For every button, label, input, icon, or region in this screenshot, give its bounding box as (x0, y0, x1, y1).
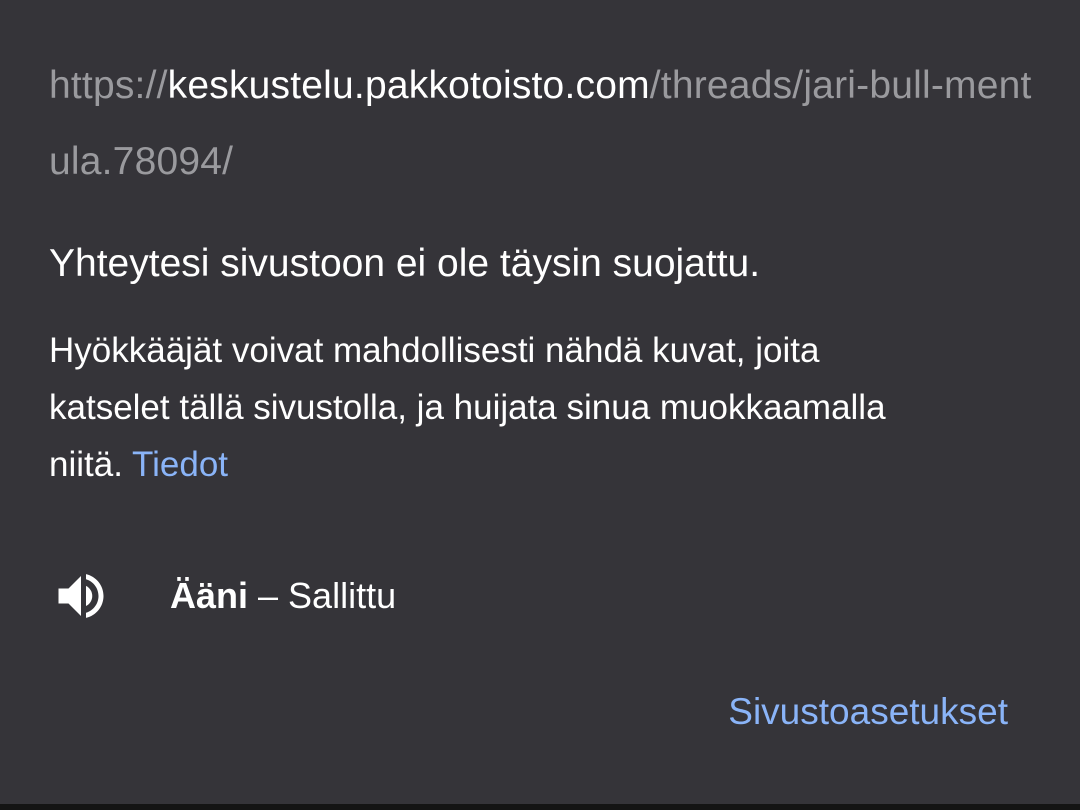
permission-row-sound[interactable]: Ääni – Sallittu (49, 564, 749, 628)
details-link[interactable]: Tiedot (132, 445, 228, 484)
site-url: https://keskustelu.pakkotoisto.com/threa… (49, 48, 1039, 200)
permission-name: Ääni (170, 575, 249, 616)
permission-status: Sallittu (288, 575, 397, 616)
permission-separator: – (248, 575, 289, 616)
url-scheme: https:// (49, 64, 168, 107)
site-settings-button[interactable]: Sivustoasetukset (728, 686, 1008, 738)
speaker-icon (49, 564, 113, 628)
page-background-strip (0, 804, 1080, 810)
security-heading: Yhteytesi sivustoon ei ole täysin suojat… (49, 242, 761, 285)
permission-label: Ääni – Sallittu (170, 575, 396, 617)
url-host: keskustelu.pakkotoisto.com (167, 64, 650, 107)
security-description-block: Hyökkääjät voivat mahdollisesti nähdä ku… (49, 322, 949, 493)
page-info-dialog: https://keskustelu.pakkotoisto.com/threa… (0, 0, 1080, 804)
